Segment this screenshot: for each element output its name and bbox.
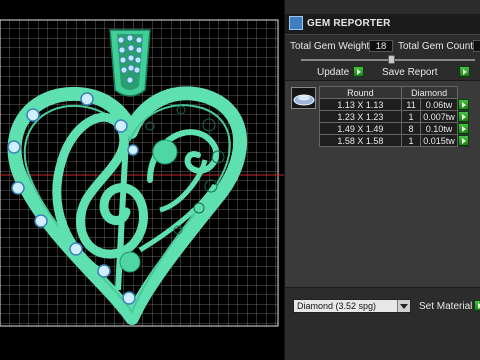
panel-slider[interactable] bbox=[301, 55, 475, 64]
total-gem-weight-value: 18 bbox=[369, 40, 393, 52]
table-row[interactable]: 1.23 X 1.23 1 0.007tw bbox=[319, 110, 470, 123]
total-gem-count-label: Total Gem Count bbox=[398, 41, 474, 52]
gem-weight: 0.007tw bbox=[420, 110, 458, 123]
panel-titlebar: GEM REPORTER bbox=[285, 14, 480, 35]
gem-weight: 0.06tw bbox=[420, 98, 458, 111]
table-row[interactable]: 1.49 X 1.49 8 0.10tw bbox=[319, 122, 470, 135]
header-round: Round bbox=[319, 86, 402, 99]
gem-reporter-panel: GEM REPORTER Total Gem Weight 18 Total G… bbox=[284, 0, 480, 360]
update-button[interactable]: Update bbox=[317, 67, 349, 79]
set-material-button[interactable]: Set Material bbox=[419, 301, 472, 313]
save-report-label: Save Report bbox=[382, 67, 438, 78]
row-select-play-arrow-icon[interactable] bbox=[457, 111, 469, 122]
3d-viewport[interactable] bbox=[0, 0, 284, 360]
table-header-row: Round Diamond bbox=[319, 86, 470, 99]
gem-list-area: Round Diamond 1.13 X 1.13 11 0.06tw 1.23… bbox=[285, 80, 480, 288]
gem-size: 1.49 X 1.49 bbox=[319, 122, 402, 135]
total-gem-count-value bbox=[473, 40, 480, 52]
dropdown-arrow-icon[interactable] bbox=[397, 300, 410, 312]
gem-count: 11 bbox=[400, 98, 422, 111]
gem-size: 1.13 X 1.13 bbox=[319, 98, 402, 111]
row-select-play-arrow-icon[interactable] bbox=[457, 123, 469, 134]
header-diamond: Diamond bbox=[400, 86, 458, 99]
slider-handle[interactable] bbox=[388, 55, 395, 64]
pendant-bail bbox=[109, 29, 151, 97]
row-select-play-arrow-icon[interactable] bbox=[457, 99, 469, 110]
panel-title: GEM REPORTER bbox=[307, 18, 391, 29]
total-gem-weight-label: Total Gem Weight bbox=[290, 41, 370, 52]
viewport-canvas[interactable] bbox=[0, 0, 284, 360]
diamond-gem-icon[interactable] bbox=[291, 87, 316, 109]
material-bar: Diamond (3.52 spg) Set Material bbox=[285, 293, 480, 317]
material-select-value: Diamond (3.52 spg) bbox=[297, 301, 377, 311]
update-play-arrow-icon[interactable] bbox=[353, 66, 364, 77]
update-label: Update bbox=[317, 67, 350, 78]
gem-count: 8 bbox=[400, 122, 422, 135]
gem-weight: 0.10tw bbox=[420, 122, 458, 135]
gem-weight: 0.015tw bbox=[420, 134, 458, 147]
gem-size: 1.58 X 1.58 bbox=[319, 134, 402, 147]
save-report-button[interactable]: Save Report bbox=[382, 67, 438, 79]
material-select[interactable]: Diamond (3.52 spg) bbox=[293, 299, 411, 313]
gem-count: 1 bbox=[400, 110, 422, 123]
gem-count: 1 bbox=[400, 134, 422, 147]
gem-size: 1.23 X 1.23 bbox=[319, 110, 402, 123]
gem-reporter-icon bbox=[289, 16, 303, 30]
set-material-play-arrow-icon[interactable] bbox=[474, 300, 480, 311]
set-material-label: Set Material bbox=[419, 301, 473, 312]
save-report-play-arrow-icon[interactable] bbox=[459, 66, 470, 77]
table-row[interactable]: 1.58 X 1.58 1 0.015tw bbox=[319, 134, 470, 147]
gem-table: Round Diamond 1.13 X 1.13 11 0.06tw 1.23… bbox=[319, 86, 470, 147]
table-row[interactable]: 1.13 X 1.13 11 0.06tw bbox=[319, 98, 470, 111]
totals-row: Total Gem Weight 18 Total Gem Count bbox=[285, 38, 480, 54]
row-select-play-arrow-icon[interactable] bbox=[457, 135, 469, 146]
